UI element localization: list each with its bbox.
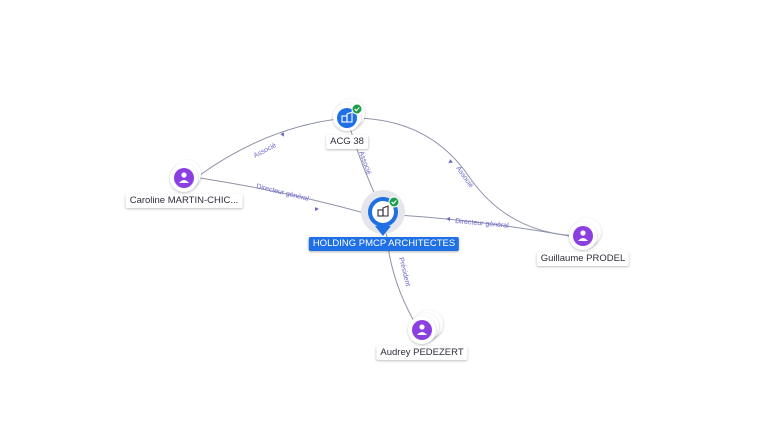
arrow-guillaume-main [446, 217, 450, 221]
verified-badge [351, 103, 363, 115]
node-label-audrey[interactable]: Audrey PEDEZERT [376, 346, 468, 360]
node-audrey[interactable] [408, 310, 443, 344]
node-caroline[interactable] [170, 160, 201, 192]
arrow-caroline-main [315, 207, 319, 211]
node-label-main[interactable]: HOLDING PMCP ARCHITECTES [308, 237, 460, 251]
edge-label-acg-main: Associé [357, 150, 372, 176]
node-guillaume[interactable] [569, 218, 601, 250]
node-label-caroline[interactable]: Caroline MARTIN-CHIC... [125, 194, 243, 208]
node-acg[interactable] [333, 99, 365, 131]
relationship-graph: Associé Associé Associé Directeur généra… [170, 99, 601, 344]
arrow-acg-guillaume [448, 159, 453, 164]
edge-label-caroline-acg: Associé [253, 142, 278, 160]
edge-label-caroline-main: Directeur général [256, 183, 310, 203]
arrow-caroline-acg [280, 132, 284, 137]
node-label-acg[interactable]: ACG 38 [326, 135, 368, 149]
node-label-guillaume[interactable]: Guillaume PRODEL [536, 252, 630, 266]
node-main[interactable] [361, 190, 405, 236]
verified-badge [388, 196, 400, 208]
edge-label-audrey-main: Président [397, 257, 411, 287]
edge-label-acg-guillaume: Associé [454, 165, 474, 189]
edge-label-guillaume-main: Directeur général [455, 218, 510, 230]
